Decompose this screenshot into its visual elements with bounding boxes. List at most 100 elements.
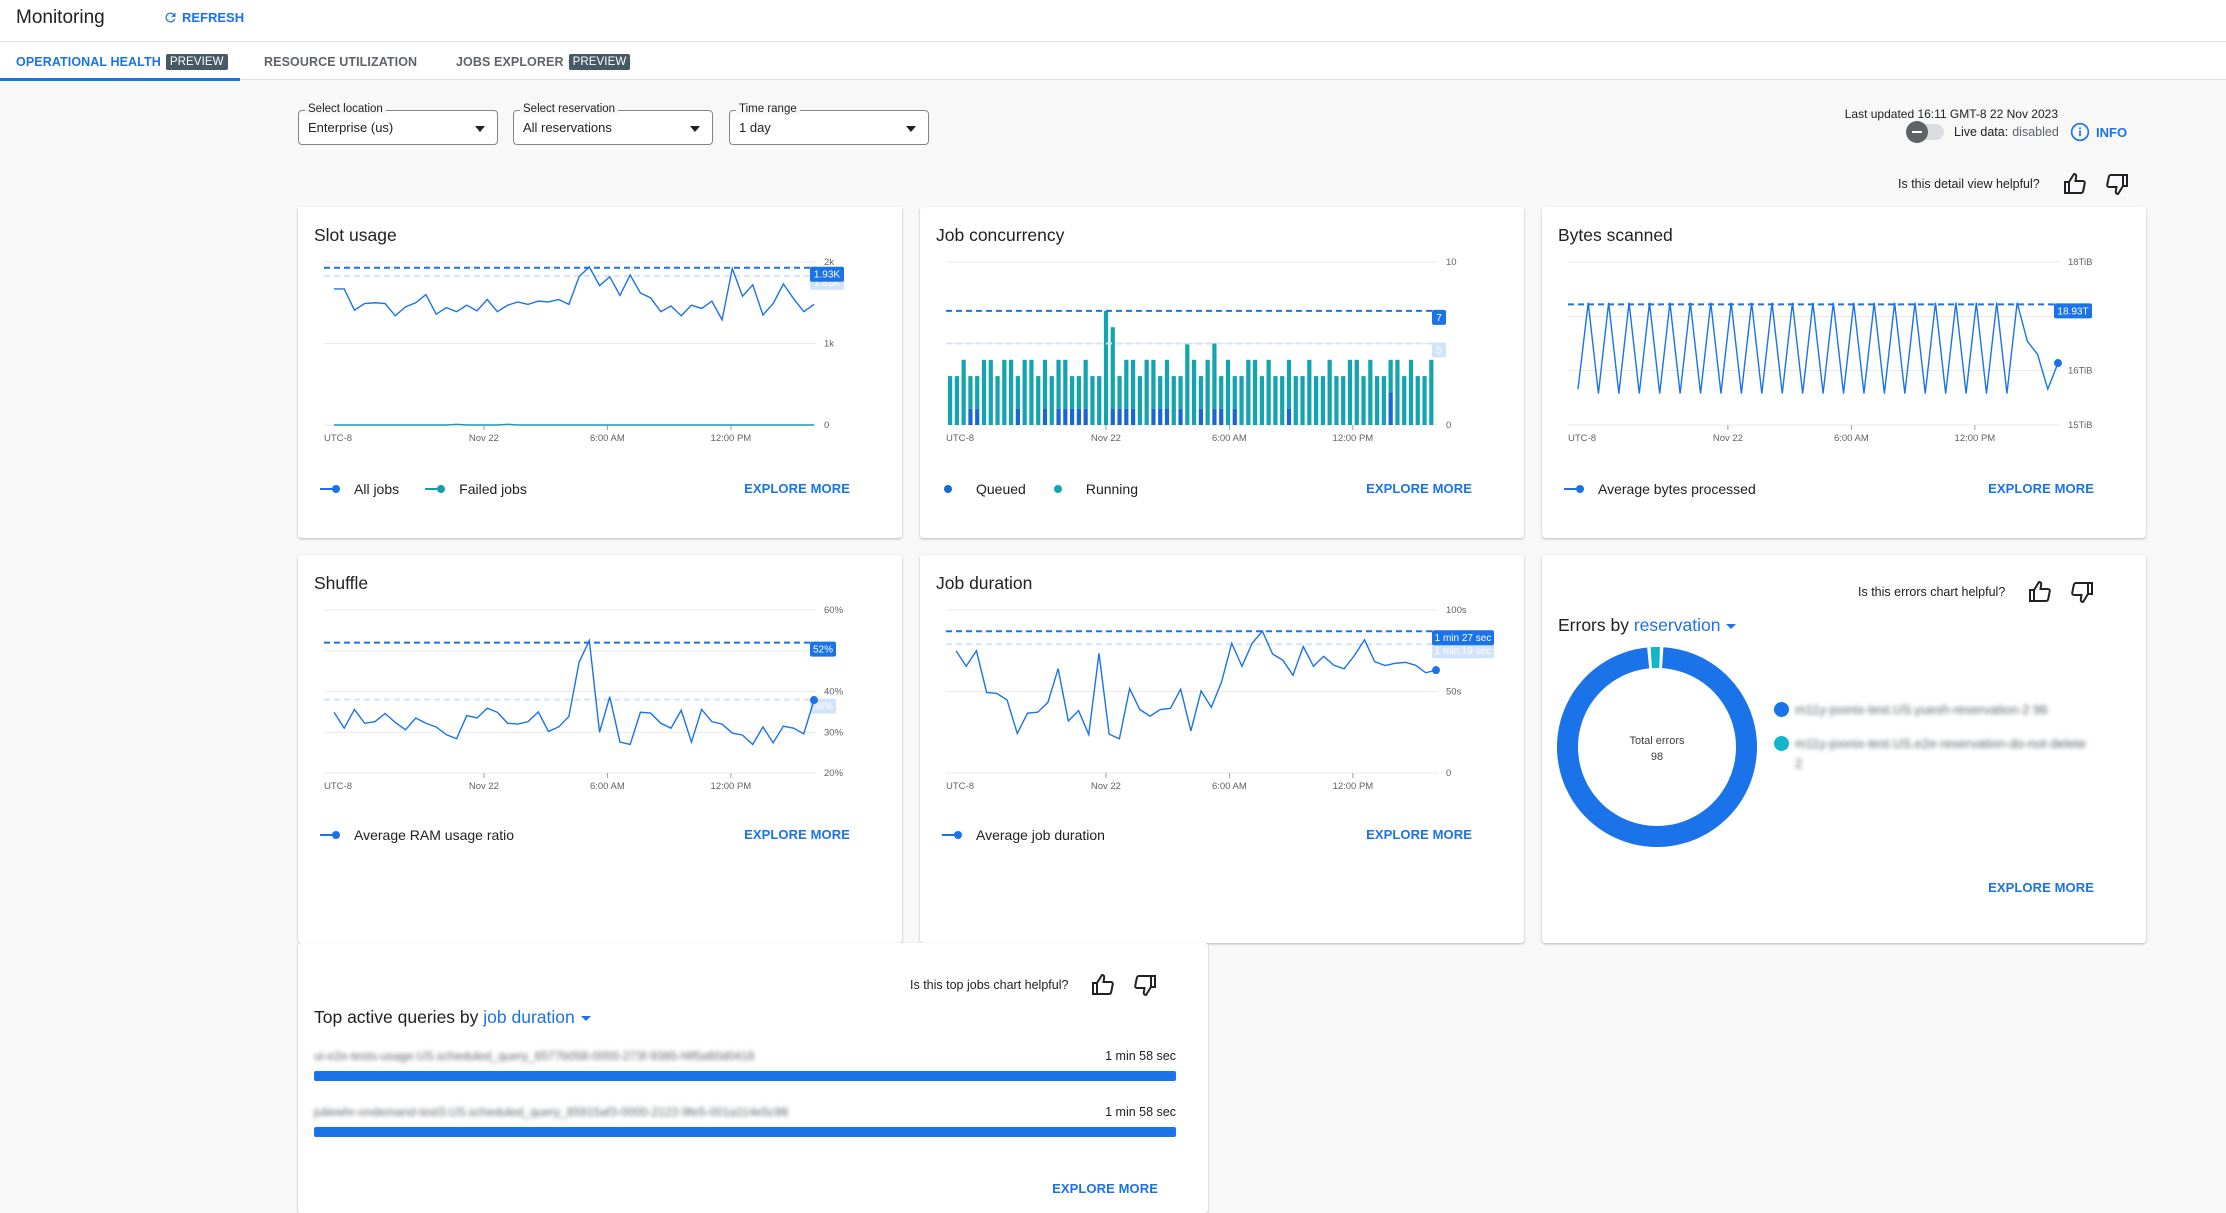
running-bar	[1077, 376, 1081, 409]
thumbs-up-button[interactable]	[1090, 972, 1116, 998]
running-bar	[1294, 376, 1298, 425]
queued-bar	[1016, 409, 1020, 425]
queued-bar	[1070, 409, 1074, 425]
explore-more-button[interactable]: EXPLORE MORE	[1988, 481, 2094, 496]
y-tick-label: 1k	[824, 339, 834, 350]
explore-more-button[interactable]: EXPLORE MORE	[1052, 1181, 1158, 1196]
running-bar	[1416, 376, 1420, 425]
x-tick-label: UTC-8	[324, 433, 352, 444]
x-tick-label: 12:00 PM	[1333, 433, 1374, 444]
running-bar	[1023, 360, 1027, 425]
legend-line-dot-icon	[1564, 484, 1586, 494]
running-bar	[1328, 360, 1332, 425]
top-jobs-feedback: Is this top jobs chart helpful?	[910, 972, 1174, 998]
badge-label: 52%	[813, 645, 833, 656]
running-bar	[1355, 360, 1359, 425]
queued-bar	[1287, 409, 1291, 425]
location-label: Select location	[305, 103, 386, 115]
running-bar	[955, 376, 959, 425]
y-tick-label: 16TiB	[2068, 366, 2092, 377]
queued-bar	[1043, 409, 1047, 425]
running-bar	[1409, 360, 1413, 425]
location-select[interactable]: Select location Enterprise (us)	[298, 110, 498, 145]
live-data-toggle[interactable]	[1908, 124, 1944, 140]
thumbs-down-button[interactable]	[2104, 171, 2130, 197]
top-queries-dimension-dropdown[interactable]: job duration	[483, 1007, 590, 1027]
queued-bar	[975, 409, 979, 425]
running-bar	[1395, 360, 1399, 425]
legend-item[interactable]: Average bytes processed	[1564, 481, 1756, 497]
legend-item[interactable]: Failed jobs	[425, 481, 527, 497]
x-tick-label: 6:00 AM	[590, 781, 625, 792]
page-title: Monitoring	[16, 7, 105, 29]
legend-item[interactable]: m11y-joonix-test.US.e2e-reservation-do-n…	[1774, 734, 2094, 774]
running-bar	[1124, 360, 1128, 409]
explore-more-button[interactable]: EXPLORE MORE	[1988, 880, 2094, 895]
queued-bar	[1212, 409, 1216, 425]
query-name: ui-e2e-tests-usage.US.scheduled_query_65…	[314, 1049, 754, 1063]
badge-label: 1 min 19 sec	[1435, 646, 1492, 657]
y-tick-label: 100s	[1446, 605, 1467, 616]
query-duration: 1 min 58 sec	[1105, 1049, 1176, 1063]
queued-bar	[1111, 409, 1115, 425]
running-bar	[1226, 360, 1230, 425]
running-bar	[1314, 376, 1318, 425]
tab-operational-health[interactable]: OPERATIONAL HEALTH PREVIEW	[0, 43, 240, 80]
tab-label: RESOURCE UTILIZATION	[264, 55, 417, 69]
refresh-button[interactable]: REFRESH	[163, 10, 244, 25]
legend-line-dot-icon	[942, 830, 964, 840]
running-bar	[1036, 376, 1040, 425]
preview-badge: PREVIEW	[166, 54, 228, 70]
legend-item[interactable]: All jobs	[320, 481, 399, 497]
legend-label: Queued	[976, 481, 1026, 497]
queued-bar	[1219, 409, 1223, 425]
time-range-select[interactable]: Time range 1 day	[729, 110, 929, 145]
running-bar	[1348, 360, 1352, 425]
last-point-marker	[1432, 666, 1440, 674]
queued-bar	[1117, 409, 1121, 425]
x-tick-label: 6:00 AM	[590, 433, 625, 444]
explore-more-button[interactable]: EXPLORE MORE	[1366, 481, 1472, 496]
feedback-question: Is this top jobs chart helpful?	[910, 978, 1068, 992]
thumbs-up-button[interactable]	[2062, 171, 2088, 197]
last-point-marker	[810, 696, 818, 704]
running-bar	[1307, 360, 1311, 425]
reservation-label: Select reservation	[520, 103, 618, 115]
x-tick-label: 12:00 PM	[1955, 433, 1996, 444]
y-tick-label: 15TiB	[2068, 420, 2092, 431]
running-bar	[1111, 327, 1115, 409]
running-bar	[1267, 360, 1271, 425]
running-bar	[1246, 360, 1250, 425]
explore-more-button[interactable]: EXPLORE MORE	[1366, 827, 1472, 842]
legend-item[interactable]: Average job duration	[942, 827, 1105, 843]
info-button[interactable]: INFO	[2070, 122, 2127, 142]
shuffle-chart: 20%30%40%60%UTC-8Nov 226:00 AM12:00 PM38…	[298, 555, 902, 795]
legend-item[interactable]: Running	[1052, 481, 1138, 497]
legend-item[interactable]: Queued	[942, 481, 1026, 497]
running-bar	[1280, 376, 1284, 425]
reservation-select[interactable]: Select reservation All reservations	[513, 110, 713, 145]
thumbs-up-icon	[2063, 172, 2087, 196]
explore-more-button[interactable]: EXPLORE MORE	[744, 481, 850, 496]
running-bar	[995, 376, 999, 425]
query-duration-bar	[314, 1071, 1176, 1081]
thumbs-up-icon	[1091, 973, 1115, 997]
running-bar	[1219, 376, 1223, 409]
legend-item[interactable]: Average RAM usage ratio	[320, 827, 514, 843]
tab-resource-utilization[interactable]: RESOURCE UTILIZATION	[264, 43, 417, 80]
x-tick-label: 12:00 PM	[1333, 781, 1374, 792]
running-bar	[1422, 376, 1426, 425]
job-duration-line	[956, 631, 1436, 739]
failed-jobs-line	[334, 424, 814, 425]
legend-label: m11y-joonix-test.US.e2e-reservation-do-n…	[1795, 734, 2094, 774]
running-bar	[968, 376, 972, 409]
tab-jobs-explorer[interactable]: JOBS EXPLORER PREVIEW	[456, 43, 630, 80]
legend-item[interactable]: m11y-joonix-test.US.yuesh-reservation-2 …	[1774, 700, 2094, 720]
chart-legend: Average RAM usage ratio	[320, 827, 540, 843]
thumbs-down-button[interactable]	[1132, 972, 1158, 998]
slot-usage-chart: 01k2kUTC-8Nov 226:00 AM12:00 PM1.83K1.93…	[298, 207, 902, 447]
running-bar	[1043, 360, 1047, 409]
queued-bar	[968, 409, 972, 425]
explore-more-button[interactable]: EXPLORE MORE	[744, 827, 850, 842]
badge-label: 1.93K	[814, 270, 840, 281]
